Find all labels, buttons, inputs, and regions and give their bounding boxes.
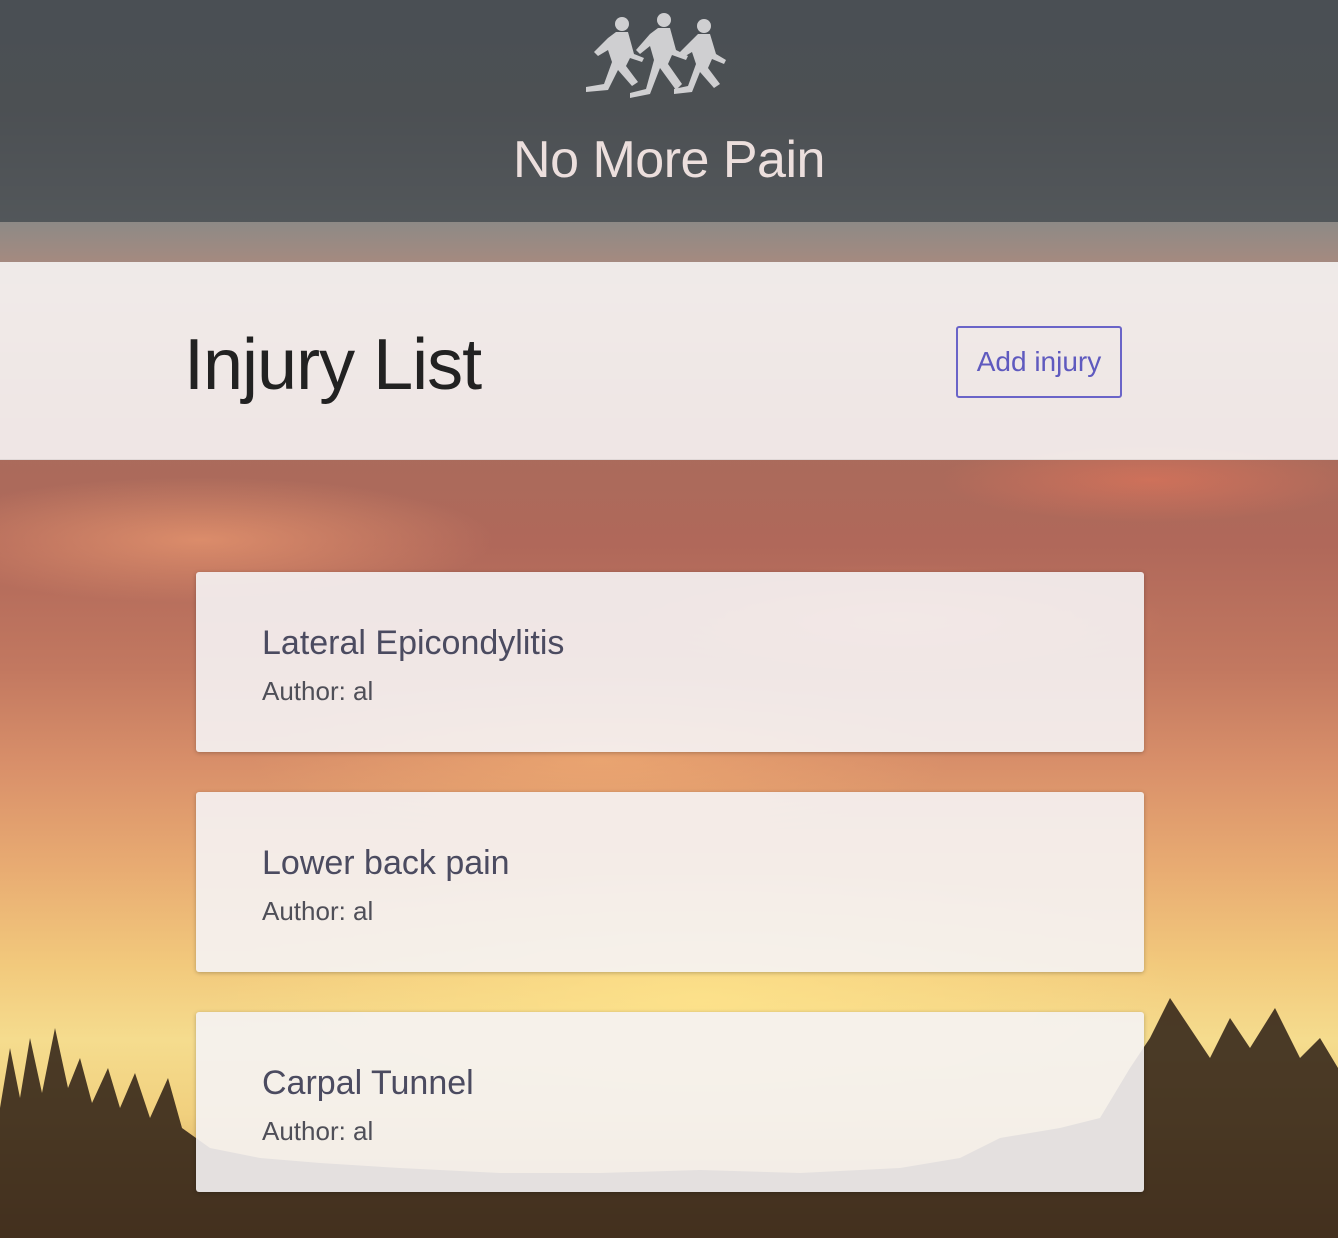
injury-name: Lateral Epicondylitis [262, 624, 565, 662]
injury-list: Lateral Epicondylitis Author: al Lower b… [196, 572, 1144, 1232]
injury-author: Author: al [262, 1116, 374, 1146]
injury-author: Author: al [262, 896, 374, 926]
injury-author: Author: al [262, 676, 374, 706]
page-title: Injury List [184, 325, 482, 405]
injury-name: Lower back pain [262, 844, 510, 882]
injury-name: Carpal Tunnel [262, 1064, 474, 1102]
site-title[interactable]: No More Pain [0, 130, 1338, 190]
add-injury-button[interactable]: Add injury [956, 326, 1122, 398]
injury-card[interactable]: Lower back pain Author: al [196, 792, 1144, 972]
site-header: No More Pain [0, 0, 1338, 222]
injury-card[interactable]: Lateral Epicondylitis Author: al [196, 572, 1144, 752]
injury-card[interactable]: Carpal Tunnel Author: al [196, 1012, 1144, 1192]
runners-icon[interactable] [578, 10, 730, 104]
